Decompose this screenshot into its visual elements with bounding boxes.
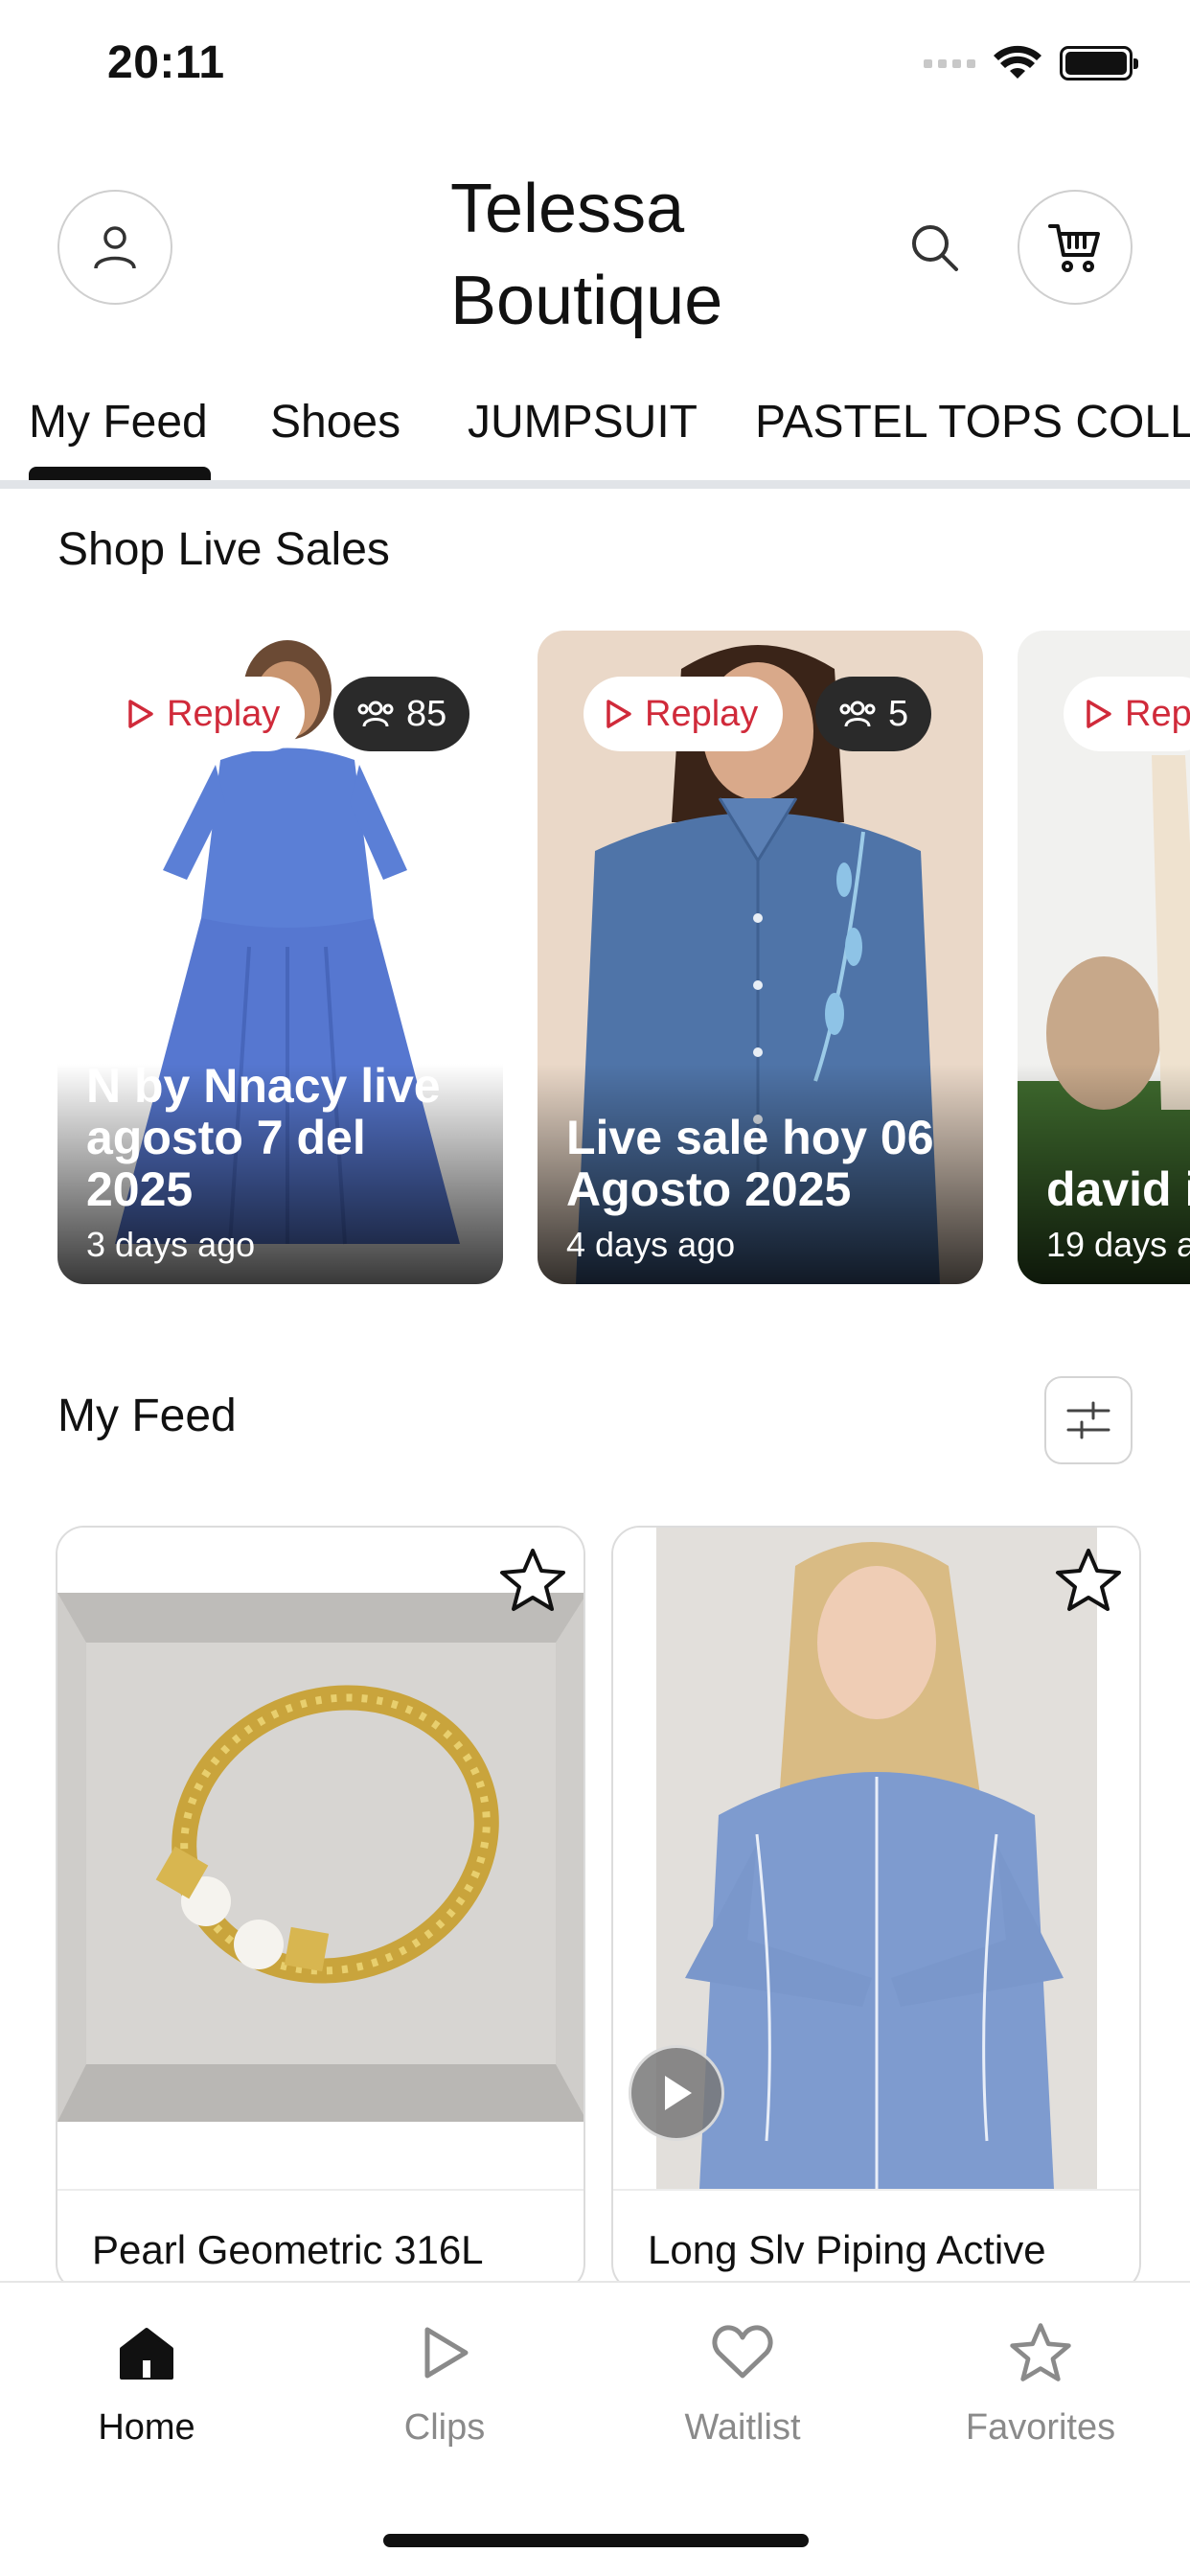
nav-favorites[interactable]: Favorites [945,2319,1136,2449]
signal-icon [924,58,975,68]
viewers-icon [839,701,876,727]
sliders-icon [1066,1401,1110,1439]
bottom-navigation: Home Clips Waitlist Favorites [0,2281,1190,2576]
store-title: Telessa Boutique [450,171,723,339]
user-icon [94,226,136,269]
live-sale-card[interactable]: Replay 85 N by Nnacy live agosto 7 del 2… [57,631,503,1284]
status-time: 20:11 [107,37,225,88]
battery-icon [1060,46,1138,80]
live-sale-title: N by Nnacy live agosto 7 del 2025 [86,1059,441,1216]
play-icon [411,2319,478,2386]
viewer-count-badge: 85 [333,677,470,751]
category-tabs: My Feed Shoes JUMPSUIT PASTEL TOPS COLLE [0,379,1190,489]
nav-label: Waitlist [684,2407,801,2448]
heart-icon [709,2319,776,2386]
live-sale-time: 19 days a [1046,1225,1190,1264]
replay-badge: Replay [105,677,306,751]
play-icon [665,2076,692,2110]
product-name: Pearl Geometric 316L [92,2227,484,2272]
nav-label: Favorites [965,2407,1116,2448]
live-sale-card[interactable]: Replay 5 Live sale hoy 06 Agosto 2025 4 … [538,631,983,1284]
nav-label: Home [98,2407,195,2448]
cart-button[interactable] [1018,190,1133,305]
live-sale-time: 3 days ago [86,1225,256,1264]
live-sales-carousel[interactable]: Replay 85 N by Nnacy live agosto 7 del 2… [0,631,1190,1287]
viewer-count: 85 [406,693,447,734]
product-card[interactable]: Long Slv Piping Active [611,1526,1141,2292]
my-feed-title: My Feed [57,1391,237,1441]
viewers-icon [357,701,394,727]
live-sale-time: 4 days ago [566,1225,736,1264]
product-card[interactable]: Pearl Geometric 316L [56,1526,585,2292]
status-icons [924,44,1138,82]
tab-shoes[interactable]: Shoes [270,396,400,448]
home-indicator [383,2534,809,2547]
live-sale-title: david is [1046,1162,1190,1216]
product-name: Long Slv Piping Active [648,2227,1046,2272]
replay-label: Replay [645,693,759,734]
tab-jumpsuit[interactable]: JUMPSUIT [468,396,698,448]
home-icon [113,2319,180,2386]
profile-button[interactable] [57,190,172,305]
tab-pastel-tops[interactable]: PASTEL TOPS COLLE [755,396,1190,448]
search-button[interactable] [905,218,963,276]
play-outline-icon [606,700,631,728]
search-icon [912,225,958,271]
replay-label: Rep [1125,693,1190,734]
filter-button[interactable] [1044,1376,1133,1464]
active-tab-indicator [29,467,211,480]
live-sale-title: Live sale hoy 06 Agosto 2025 [566,1111,934,1216]
replay-badge: Rep [1064,677,1190,751]
star-icon [1007,2319,1074,2386]
cart-icon [1048,224,1100,272]
play-outline-icon [128,700,153,728]
video-play-button[interactable] [629,2045,724,2141]
product-image [57,1528,584,2189]
nav-clips[interactable]: Clips [349,2319,540,2449]
nav-home[interactable]: Home [51,2319,242,2449]
viewer-count: 5 [888,693,909,734]
play-outline-icon [1087,700,1111,728]
nav-waitlist[interactable]: Waitlist [647,2319,838,2449]
wifi-icon [994,45,1041,79]
live-sales-title: Shop Live Sales [57,524,390,575]
tab-my-feed[interactable]: My Feed [29,396,208,448]
favorite-star-icon[interactable] [1053,1545,1124,1616]
replay-badge: Replay [584,677,784,751]
app-header: Telessa Boutique [0,144,1190,355]
replay-label: Replay [167,693,281,734]
viewer-count-badge: 5 [815,677,932,751]
nav-label: Clips [403,2407,486,2448]
live-sale-card[interactable]: Rep david is 19 days a [1018,631,1190,1284]
status-bar: 20:11 [0,0,1190,134]
favorite-star-icon[interactable] [497,1545,568,1616]
